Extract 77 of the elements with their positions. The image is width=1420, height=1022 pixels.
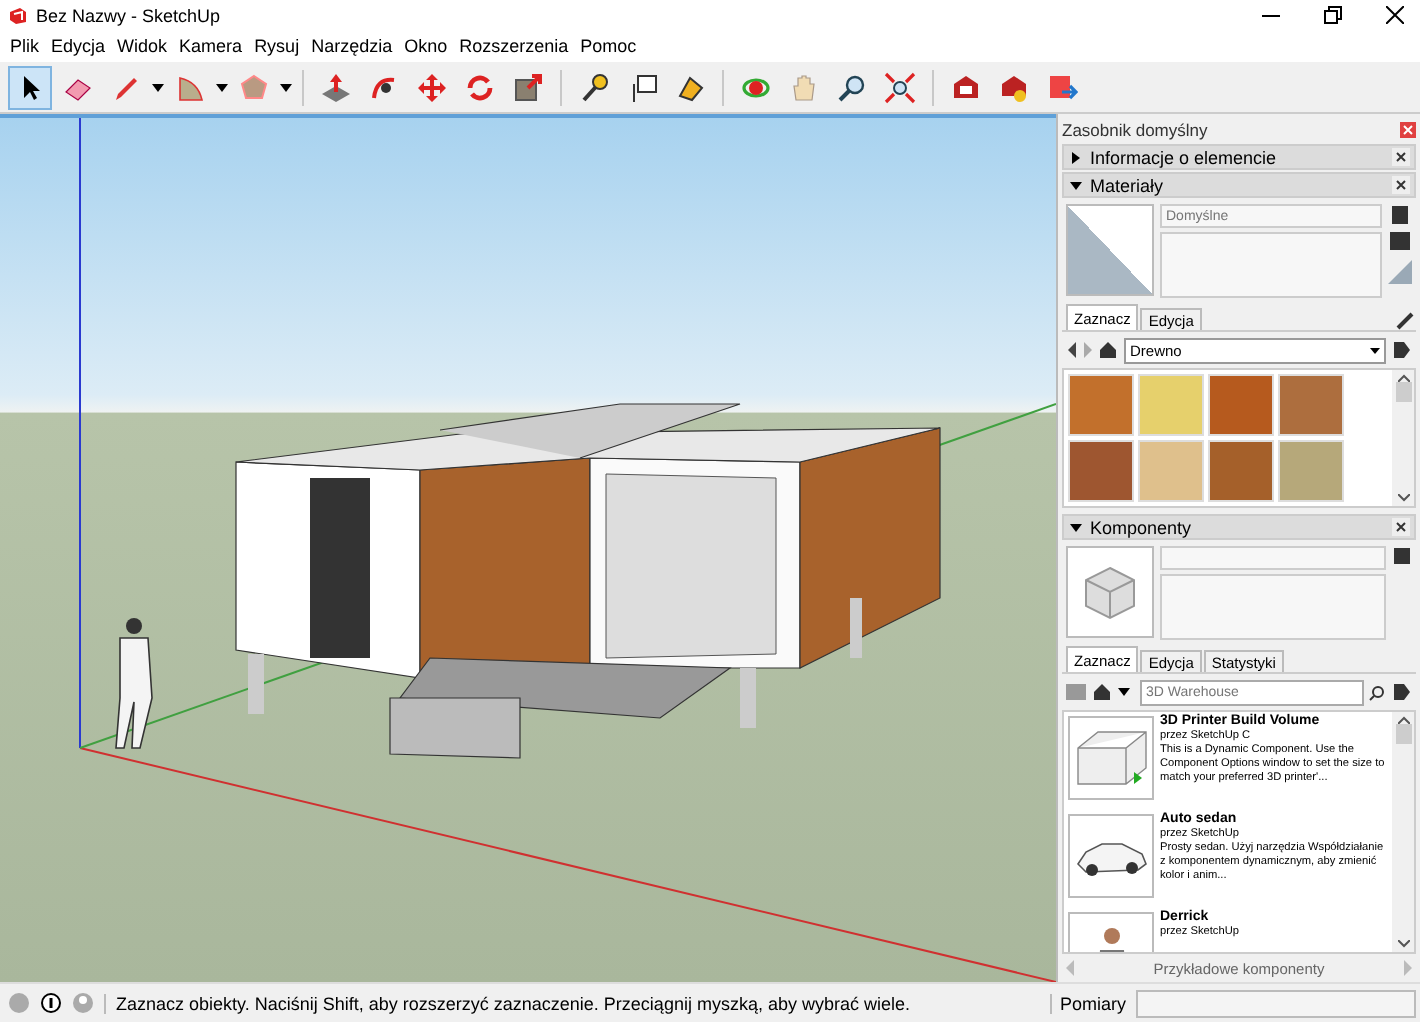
expand-arrow-icon[interactable] [1070, 179, 1082, 191]
app-logo-icon [8, 5, 28, 25]
menu-item[interactable]: Narzędzia [305, 36, 399, 56]
arc-icon [174, 71, 206, 103]
status-message: Zaznacz obiekty. Naciśnij Shift, aby rozszerzyć zaznaczenie. Przeciągnij myszką, aby wybrać wiele. [104, 993, 1040, 1013]
paint-bucket-icon [674, 71, 706, 103]
material-tools-icon [1388, 204, 1412, 284]
section-title: Materiały [1090, 175, 1166, 195]
hand-icon [788, 71, 820, 103]
restore-icon[interactable] [1324, 6, 1342, 24]
close-icon[interactable] [1392, 176, 1410, 194]
push-pull-icon [320, 71, 352, 103]
section-header[interactable]: Materiały [1062, 172, 1416, 198]
tape-measure-icon [578, 71, 610, 103]
warehouse-icon [950, 71, 982, 103]
scrollbar-thumb[interactable] [1395, 724, 1411, 744]
material-swatch[interactable] [1068, 374, 1134, 436]
material-swatch[interactable] [1138, 440, 1204, 502]
panel-title: Zasobnik domyślny [1062, 119, 1208, 139]
section-title: Informacje o elemencie [1090, 147, 1279, 167]
close-icon[interactable] [1392, 148, 1410, 166]
material-swatch[interactable] [1068, 440, 1134, 502]
zoom-extents-icon [884, 71, 916, 103]
extension-warehouse-icon [998, 71, 1030, 103]
component-tool-icon[interactable] [1392, 546, 1412, 566]
export-icon [1046, 71, 1078, 103]
magnifier-icon [836, 71, 868, 103]
search-icon[interactable] [1368, 683, 1386, 701]
material-swatch[interactable] [1278, 440, 1344, 502]
section-title: Komponenty [1090, 517, 1194, 537]
scrollbar-thumb[interactable] [1395, 382, 1411, 402]
navigation-arrows-icon[interactable] [1066, 340, 1118, 360]
menu-item[interactable]: Plik [4, 36, 46, 56]
menu-item[interactable]: Rozszerzenia [453, 36, 575, 56]
scroll-up-icon[interactable] [1397, 374, 1409, 382]
menu-item[interactable]: Edycja [45, 36, 112, 56]
menu-item[interactable]: Rysuj [248, 36, 306, 56]
section-header[interactable]: Informacje o elemencie [1062, 144, 1416, 170]
measurements-label: Pomiary [1049, 993, 1126, 1013]
menu-item[interactable]: Kamera [173, 36, 249, 56]
rotate-icon [464, 71, 496, 103]
move-icon [416, 71, 448, 103]
menu-item[interactable]: Okno [398, 36, 454, 56]
close-icon[interactable] [1392, 518, 1410, 536]
person-figure-drawing [115, 618, 153, 749]
view-options-icon[interactable] [1066, 682, 1134, 702]
component-name-field[interactable] [1160, 546, 1386, 570]
scale-icon [512, 71, 544, 103]
expand-arrow-icon[interactable] [1070, 151, 1082, 163]
scroll-up-icon[interactable] [1397, 716, 1409, 724]
material-preview [1066, 204, 1154, 296]
material-swatch[interactable] [1138, 374, 1204, 436]
details-arrow-icon[interactable] [1392, 682, 1412, 702]
expand-arrow-icon[interactable] [1070, 521, 1082, 533]
caret-icon[interactable] [216, 83, 228, 91]
section-header[interactable]: Komponenty [1062, 514, 1416, 540]
window-title: Bez Nazwy - SketchUp [36, 5, 223, 25]
caret-icon[interactable] [280, 83, 292, 91]
info-icon[interactable] [40, 992, 62, 1014]
cube-icon [1080, 562, 1140, 622]
material-swatch[interactable] [1208, 440, 1274, 502]
measurements-field[interactable] [1136, 989, 1416, 1017]
tool-button[interactable] [8, 65, 52, 109]
wireframe-box-icon [1073, 728, 1149, 788]
material-swatch[interactable] [1278, 374, 1344, 436]
component-description-field[interactable] [1160, 574, 1386, 640]
polygon-icon [238, 71, 270, 103]
scroll-down-icon[interactable] [1397, 940, 1409, 948]
menu-item[interactable]: Widok [111, 36, 174, 56]
material-description-field[interactable] [1160, 232, 1382, 298]
material-swatch[interactable] [1208, 374, 1274, 436]
eyedropper-icon[interactable] [1396, 310, 1416, 330]
caret-icon[interactable] [152, 83, 164, 91]
details-arrow-icon[interactable] [1392, 340, 1412, 360]
close-icon[interactable] [1386, 6, 1404, 24]
scroll-down-icon[interactable] [1397, 494, 1409, 502]
menu-item[interactable]: Pomoc [574, 36, 643, 56]
